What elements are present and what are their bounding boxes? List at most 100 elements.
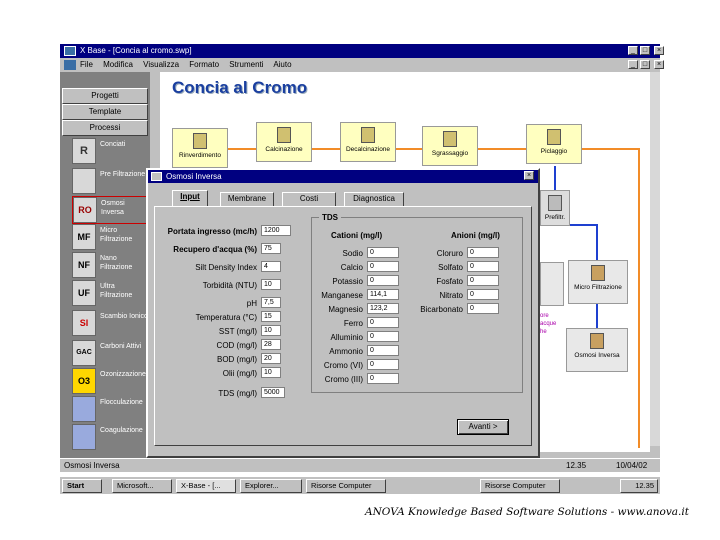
menu-edit[interactable]: Modifica bbox=[103, 60, 133, 69]
input-bod[interactable]: 20 bbox=[261, 353, 281, 364]
input-magnesio[interactable]: 123,2 bbox=[367, 303, 399, 314]
input-alluminio[interactable]: 0 bbox=[367, 331, 399, 342]
tool-prefiltrazione[interactable]: Pre Filtrazione bbox=[72, 168, 148, 196]
input-temperatura[interactable]: 15 bbox=[261, 311, 281, 322]
label-sst: SST (mg/l) bbox=[218, 327, 257, 336]
tool-label: Conciati bbox=[100, 141, 126, 148]
process-piclaggio[interactable]: Piclaggio bbox=[526, 124, 582, 164]
menu-bar: File Modifica Visualizza Formato Strumen… bbox=[60, 58, 664, 72]
tool-carboni-attivi[interactable]: GAC Carboni Attivi bbox=[72, 340, 148, 368]
label-cromo-vi: Cromo (VI) bbox=[323, 361, 363, 370]
tab-membrane[interactable]: Membrane bbox=[220, 192, 274, 206]
input-bicarbonato[interactable]: 0 bbox=[467, 303, 499, 314]
process-rinverdimento[interactable]: Rinverdimento bbox=[172, 128, 228, 168]
process-microfiltrazione[interactable]: Micro Filtrazione bbox=[568, 260, 628, 304]
doc-close-button[interactable]: × bbox=[654, 60, 664, 69]
taskbar-item-microsoft[interactable]: Microsoft... bbox=[112, 479, 172, 493]
process-decalcinazione[interactable]: Decalcinazione bbox=[340, 122, 396, 162]
tool-label: Coagulazione bbox=[100, 427, 143, 434]
input-olii[interactable]: 10 bbox=[261, 367, 281, 378]
input-sst[interactable]: 10 bbox=[261, 325, 281, 336]
input-cromo-vi[interactable]: 0 bbox=[367, 359, 399, 370]
process-label: Decalcinazione bbox=[345, 146, 391, 153]
input-potassio[interactable]: 0 bbox=[367, 275, 399, 286]
input-fosfato[interactable]: 0 bbox=[467, 275, 499, 286]
annotation-2: acque bbox=[540, 321, 557, 327]
tool-nanofiltrazione[interactable]: NF Nano Filtrazione bbox=[72, 252, 148, 280]
input-manganese[interactable]: 114,1 bbox=[367, 289, 399, 300]
input-calcio[interactable]: 0 bbox=[367, 261, 399, 272]
menu-format[interactable]: Formato bbox=[189, 60, 219, 69]
tool-ozonizzazione[interactable]: O3 Ozonizzazione bbox=[72, 368, 148, 396]
input-solfato[interactable]: 0 bbox=[467, 261, 499, 272]
minimize-button[interactable]: _ bbox=[628, 46, 638, 55]
process-prefiltr[interactable]: Prefiltr. bbox=[540, 190, 570, 226]
tool-label: Osmosi Inversa bbox=[101, 200, 125, 216]
nav-processes[interactable]: Processi bbox=[62, 120, 148, 136]
input-cod[interactable]: 28 bbox=[261, 339, 281, 350]
status-time: 12.35 bbox=[566, 461, 587, 470]
label-cod: COD (mg/l) bbox=[216, 341, 257, 350]
ultrafiltration-icon: UF bbox=[72, 280, 96, 306]
menu-help[interactable]: Aiuto bbox=[273, 60, 291, 69]
menu-tools[interactable]: Strumenti bbox=[229, 60, 263, 69]
input-ferro[interactable]: 0 bbox=[367, 317, 399, 328]
taskbar-item-explorer[interactable]: Explorer... bbox=[240, 479, 302, 493]
label-tds: TDS (mg/l) bbox=[218, 389, 257, 398]
vertical-scrollbar[interactable] bbox=[650, 72, 660, 446]
nanofiltration-icon: NF bbox=[72, 252, 96, 278]
process-label: Sgrassaggio bbox=[431, 150, 469, 157]
process-calcinazione[interactable]: Calcinazione bbox=[256, 122, 312, 162]
next-button[interactable]: Avanti > bbox=[457, 419, 509, 435]
cations-header: Cationi (mg/l) bbox=[331, 231, 383, 240]
tool-coagulazione[interactable]: Coagulazione bbox=[72, 424, 148, 452]
input-cromo-iii[interactable]: 0 bbox=[367, 373, 399, 384]
input-cloruro[interactable]: 0 bbox=[467, 247, 499, 258]
process-partial[interactable] bbox=[540, 262, 564, 306]
input-nitrato[interactable]: 0 bbox=[467, 289, 499, 300]
nav-templates[interactable]: Template bbox=[62, 104, 148, 120]
tool-conciati[interactable]: R Conciati bbox=[72, 138, 148, 166]
tool-ultrafiltrazione[interactable]: UF Ultra Filtrazione bbox=[72, 280, 148, 308]
drum-icon bbox=[277, 127, 291, 143]
left-panel: Progetti Template Processi R Conciati Pr… bbox=[60, 72, 150, 458]
activated-carbon-icon: GAC bbox=[72, 340, 96, 366]
label-solfato: Solfato bbox=[438, 263, 463, 272]
flow-line-right bbox=[638, 148, 640, 448]
process-sgrassaggio[interactable]: Sgrassaggio bbox=[422, 126, 478, 166]
input-sodio[interactable]: 0 bbox=[367, 247, 399, 258]
label-torbidita: Torbidità (NTU) bbox=[202, 281, 257, 290]
process-label: Rinverdimento bbox=[179, 152, 221, 159]
input-portata[interactable]: 1200 bbox=[261, 225, 291, 236]
tab-input[interactable]: Input bbox=[172, 190, 208, 206]
taskbar-item-computer-2[interactable]: Risorse Computer bbox=[480, 479, 560, 493]
menu-file[interactable]: File bbox=[80, 60, 93, 69]
label-alluminio: Alluminio bbox=[330, 333, 363, 342]
tool-osmosi-inversa[interactable]: RO Osmosi Inversa bbox=[72, 196, 148, 224]
taskbar-item-computer-1[interactable]: Risorse Computer bbox=[306, 479, 386, 493]
input-ph[interactable]: 7,5 bbox=[261, 297, 281, 308]
input-tds[interactable]: 5000 bbox=[261, 387, 285, 398]
input-recupero[interactable]: 75 bbox=[261, 243, 281, 254]
process-osmosi-inversa[interactable]: Osmosi Inversa bbox=[566, 328, 628, 372]
tool-flocculazione[interactable]: Flocculazione bbox=[72, 396, 148, 424]
tab-costi[interactable]: Costi bbox=[282, 192, 336, 206]
menu-view[interactable]: Visualizza bbox=[143, 60, 179, 69]
dialog-title: Osmosi Inversa bbox=[166, 172, 222, 181]
doc-minimize-button[interactable]: _ bbox=[628, 60, 638, 69]
maximize-button[interactable]: □ bbox=[640, 46, 650, 55]
close-button[interactable]: × bbox=[654, 46, 664, 55]
input-torbidita[interactable]: 10 bbox=[261, 279, 281, 290]
tool-scambio-ionico[interactable]: SI Scambio Ionico bbox=[72, 310, 148, 338]
tab-diagnostica[interactable]: Diagnostica bbox=[344, 192, 404, 206]
nav-projects[interactable]: Progetti bbox=[62, 88, 148, 104]
taskbar-item-xbase[interactable]: X-Base - [... bbox=[176, 479, 236, 493]
dialog-close-button[interactable]: × bbox=[524, 171, 534, 180]
doc-maximize-button[interactable]: □ bbox=[640, 60, 650, 69]
input-sdi[interactable]: 4 bbox=[261, 261, 281, 272]
start-button[interactable]: Start bbox=[62, 479, 102, 493]
input-ammonio[interactable]: 0 bbox=[367, 345, 399, 356]
process-label: Micro Filtrazione bbox=[574, 284, 622, 291]
drum-icon bbox=[193, 133, 207, 149]
tool-microfiltrazione[interactable]: MF Micro Filtrazione bbox=[72, 224, 148, 252]
